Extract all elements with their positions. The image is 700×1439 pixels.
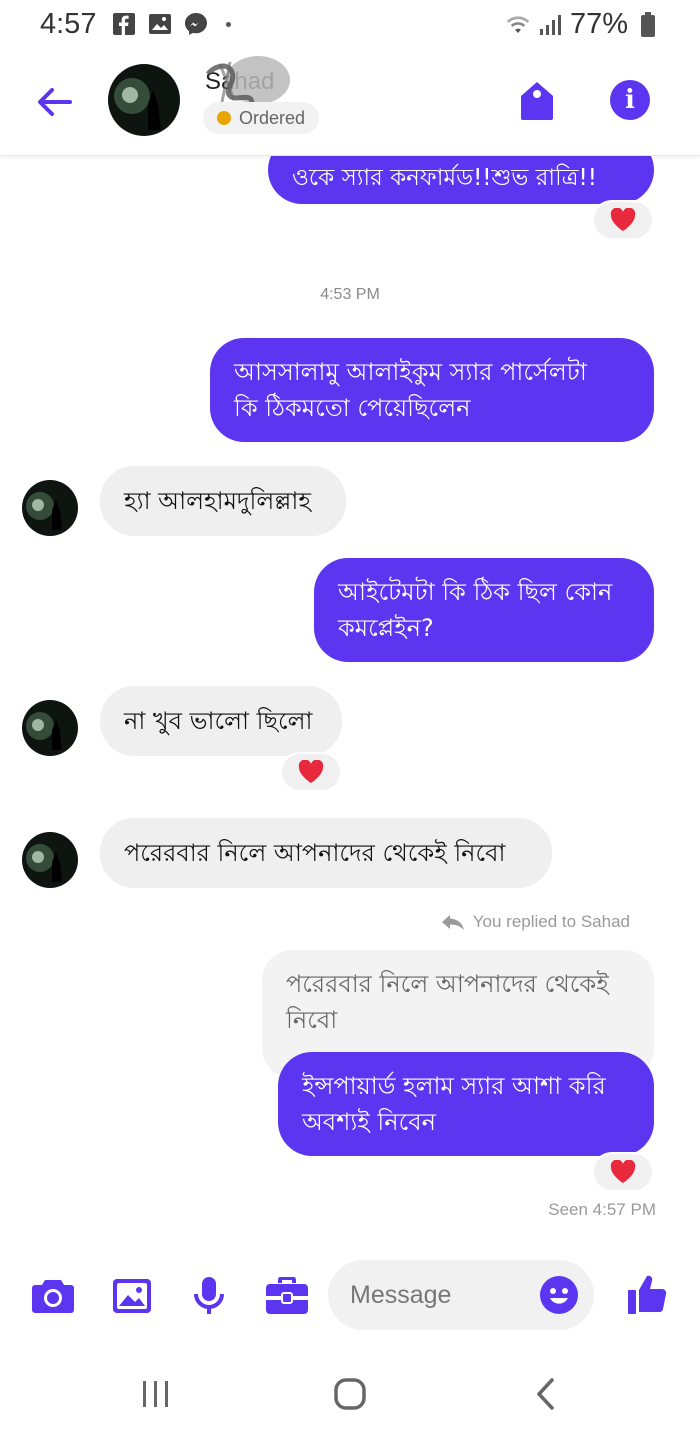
business-tools-button[interactable] [264,1274,310,1318]
message-text-line: অবশ্যই নিবেন [302,1108,436,1136]
contact-avatar[interactable] [22,480,78,536]
contact-avatar[interactable] [22,832,78,888]
reply-arrow-icon [441,915,464,930]
thumbs-up-icon [628,1275,667,1314]
message-text-line: আসসালামু আলাইকুম স্যার পার্সেলটা [234,358,587,386]
message-bubble-outgoing[interactable]: আসসালামু আলাইকুম স্যার পার্সেলটা কি ঠিকম… [210,338,654,442]
reply-label: You replied to Sahad [472,912,630,931]
reply-indicator: You replied to Sahad [441,912,630,932]
message-input[interactable] [350,1260,530,1330]
back-nav-button[interactable] [516,1374,576,1414]
back-button[interactable] [32,80,76,124]
reaction-heart[interactable] [280,752,342,792]
tag-icon [521,82,553,120]
like-button[interactable] [626,1272,672,1316]
voice-button[interactable] [186,1274,232,1318]
message-text-line: কমপ্লেইন? [338,614,434,642]
message-text-line: আইটেমটা কি ঠিক ছিল কোন [338,578,613,606]
system-nav-bar [0,1360,700,1430]
ordered-badge[interactable]: Ordered [203,102,320,134]
home-icon [334,1378,366,1410]
message-text-line: ইন্সপায়ার্ড হলাম স্যার আশা করি [302,1072,606,1100]
reaction-heart[interactable] [592,200,654,240]
conversation[interactable]: ওকে স্যার কনফার্মড!!শুভ রাত্রি!! 4:53 PM… [0,0,700,1250]
reaction-heart[interactable] [592,1152,654,1192]
status-dot-icon [217,111,231,125]
recents-icon [143,1381,168,1407]
briefcase-icon [266,1277,308,1314]
heart-icon [610,1160,636,1183]
message-timestamp: 4:53 PM [320,286,380,303]
message-text: ওকে স্যার কনফার্মড!!শুভ রাত্রি!! [292,165,597,191]
info-icon: i [625,85,635,115]
chevron-left-icon [537,1378,554,1410]
message-composer [0,1258,700,1334]
camera-icon [32,1280,74,1313]
quoted-text-line: নিবো [286,1006,338,1034]
quoted-text-line: পরেরবার নিলে আপনাদের থেকেই [286,970,609,998]
camera-button[interactable] [30,1274,76,1318]
contact-avatar[interactable] [108,64,180,136]
message-text: না খুব ভালো ছিলো [124,707,313,735]
message-text-line: কি ঠিকমতো পেয়েছিলেন [234,394,471,422]
ordered-label: Ordered [239,107,306,128]
emoji-button[interactable] [540,1276,578,1314]
home-button[interactable] [320,1374,380,1414]
message-bubble-outgoing[interactable]: আইটেমটা কি ঠিক ছিল কোন কমপ্লেইন? [314,558,654,662]
heart-icon [298,760,324,783]
chat-header: Sahad Ordered i [0,50,700,156]
contact-avatar[interactable] [22,700,78,756]
message-bubble-outgoing[interactable]: ইন্সপায়ার্ড হলাম স্যার আশা করি অবশ্যই ন… [278,1052,654,1156]
message-bubble-incoming[interactable]: পরেরবার নিলে আপনাদের থেকেই নিবো [100,818,552,888]
gallery-button[interactable] [109,1274,155,1318]
arrow-left-icon [38,88,72,116]
heart-icon [610,208,636,231]
label-button[interactable] [518,80,556,122]
info-button[interactable]: i [610,80,650,120]
message-text: হ্যা আলহামদুলিল্লাহ [124,487,311,515]
message-text: পরেরবার নিলে আপনাদের থেকেই নিবো [124,839,506,867]
recents-button[interactable] [126,1374,186,1414]
smiley-icon [550,1288,568,1304]
message-field[interactable] [328,1260,594,1330]
seen-status: Seen 4:57 PM [548,1200,656,1219]
image-icon [113,1279,151,1313]
microphone-icon [194,1277,224,1314]
message-bubble-incoming[interactable]: হ্যা আলহামদুলিল্লাহ [100,466,346,536]
message-bubble-incoming[interactable]: না খুব ভালো ছিলো [100,686,342,756]
